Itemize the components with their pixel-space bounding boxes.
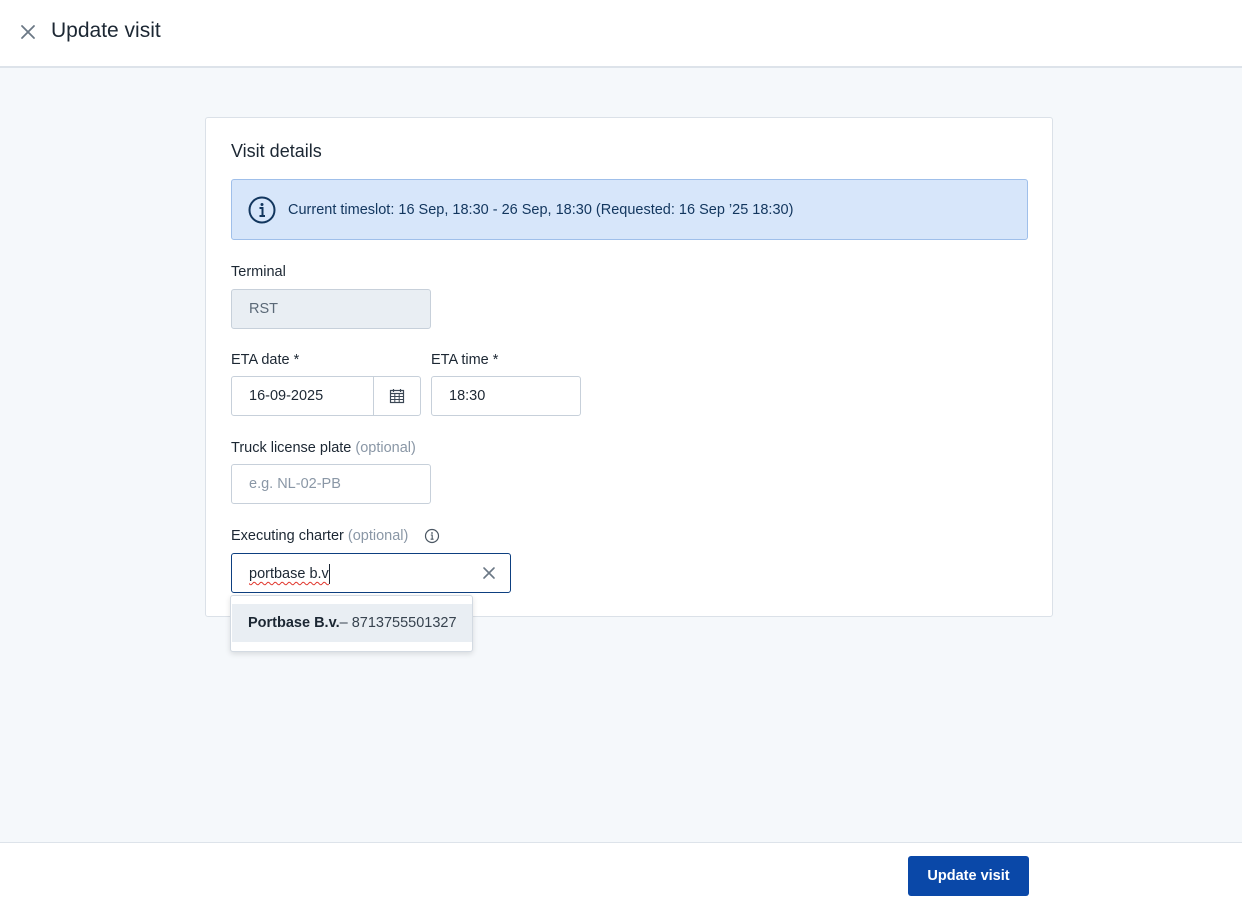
license-plate-label-text: Truck license plate: [231, 440, 352, 456]
charter-label: Executing charter (optional): [231, 528, 408, 544]
charter-label-text: Executing charter: [231, 528, 344, 544]
close-icon: [21, 25, 35, 39]
calendar-icon: [389, 389, 405, 404]
clear-input-button[interactable]: [480, 564, 498, 582]
eta-date-input[interactable]: 16-09-2025: [232, 377, 373, 415]
card-title: Visit details: [231, 141, 322, 161]
close-button[interactable]: [17, 21, 39, 43]
eta-date-label: ETA date *: [231, 352, 300, 368]
eta-time-input[interactable]: 18:30: [431, 376, 581, 416]
dropdown-option-portbase[interactable]: Portbase B.v. – 8713755501327: [232, 604, 472, 642]
license-plate-label: Truck license plate (optional): [231, 440, 416, 456]
charter-info-icon[interactable]: [424, 528, 440, 544]
option-suffix: – 8713755501327: [339, 615, 457, 631]
text-caret: [329, 564, 330, 584]
terminal-value: RST: [249, 301, 278, 317]
calendar-button[interactable]: [373, 377, 420, 415]
charter-autocomplete-dropdown: Portbase B.v. – 8713755501327: [230, 595, 473, 652]
top-bar: Update visit: [0, 0, 1242, 68]
visit-details-card: Visit details Current timeslot: 16 Sep, …: [205, 117, 1053, 617]
eta-time-label: ETA time *: [431, 352, 499, 368]
optional-hint: (optional): [347, 528, 409, 544]
eta-time-value: 18:30: [449, 388, 486, 404]
license-plate-input[interactable]: e.g. NL-02-PB: [231, 464, 431, 504]
optional-hint: (optional): [355, 440, 416, 456]
terminal-label: Terminal: [231, 264, 286, 280]
charter-search-input[interactable]: portbase b.v: [231, 553, 511, 593]
charter-input-value: portbase b.v: [249, 566, 329, 582]
eta-date-value: 16-09-2025: [249, 388, 324, 404]
license-plate-placeholder: e.g. NL-02-PB: [249, 476, 341, 492]
eta-date-input-group: 16-09-2025: [231, 376, 421, 416]
footer-bar: Update visit: [0, 842, 1242, 903]
terminal-field: RST: [231, 289, 431, 329]
clear-icon: [483, 567, 495, 579]
info-icon: [248, 196, 276, 224]
timeslot-info-banner: Current timeslot: 16 Sep, 18:30 - 26 Sep…: [231, 179, 1028, 240]
update-visit-button[interactable]: Update visit: [908, 856, 1029, 896]
page-title: Update visit: [51, 19, 161, 42]
option-name: Portbase B.v.: [248, 615, 340, 631]
timeslot-info-text: Current timeslot: 16 Sep, 18:30 - 26 Sep…: [288, 202, 794, 218]
